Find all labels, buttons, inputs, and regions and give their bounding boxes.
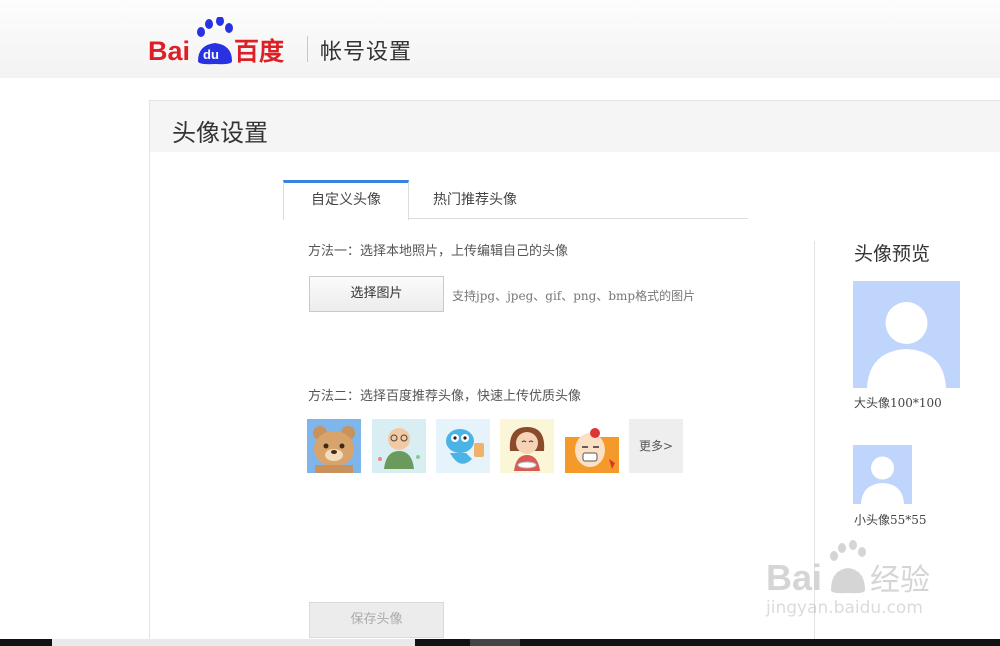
method-one-label: 方法一：选择本地照片，上传编辑自己的头像 — [308, 244, 569, 259]
svg-text:百度: 百度 — [234, 37, 284, 65]
format-hint: 支持jpg、jpeg、gif、png、bmp格式的图片 — [452, 289, 696, 303]
cartoon-face-avatar-icon — [565, 419, 619, 473]
big-avatar-preview — [853, 281, 960, 388]
top-header: du Bai 百度 帐号设置 — [0, 0, 1000, 78]
blue-creature-avatar-icon — [436, 419, 490, 473]
baidu-jingyan-watermark: Bai 经验 jingyan.baidu.com — [766, 540, 951, 620]
header-divider — [307, 36, 308, 62]
boy-avatar-thumb[interactable] — [372, 419, 426, 473]
tab-hot-avatars[interactable]: 热门推荐头像 — [425, 180, 525, 219]
girl-avatar-thumb[interactable] — [500, 419, 554, 473]
save-avatar-button[interactable]: 保存头像 — [309, 602, 444, 638]
site-title: 帐号设置 — [320, 40, 413, 65]
logo-du-text: du — [203, 47, 219, 62]
default-avatar-small-icon — [861, 456, 904, 504]
taskbar-segment-dark — [470, 639, 520, 646]
small-avatar-preview — [853, 445, 912, 504]
baidu-logo-mark: du Bai 百度 — [148, 16, 284, 66]
method-two-label: 方法二：选择百度推荐头像，快速上传优质头像 — [308, 389, 582, 404]
taskbar-segment — [52, 639, 415, 646]
svg-text:Bai: Bai — [766, 557, 822, 598]
baidu-logo[interactable]: du Bai 百度 — [148, 16, 294, 66]
blue-creature-avatar-thumb[interactable] — [436, 419, 490, 473]
default-avatar-icon — [867, 302, 946, 388]
bottom-taskbar-strip — [0, 639, 1000, 646]
preview-title: 头像预览 — [854, 243, 931, 265]
boy-avatar-icon — [372, 419, 426, 473]
more-avatars-button[interactable]: 更多> — [629, 419, 683, 473]
cartoon-face-avatar-thumb[interactable] — [565, 419, 619, 473]
select-image-button[interactable]: 选择图片 — [309, 276, 444, 312]
avatar-tabs: 自定义头像 热门推荐头像 — [283, 180, 748, 220]
panel-header: 头像设置 — [150, 101, 1000, 152]
svg-text:经验: 经验 — [870, 563, 930, 598]
watermark-domain: jingyan.baidu.com — [766, 598, 923, 618]
page-title: 头像设置 — [172, 119, 268, 147]
girl-avatar-icon — [500, 419, 554, 473]
tab-custom-avatar[interactable]: 自定义头像 — [283, 180, 409, 220]
svg-text:Bai: Bai — [148, 36, 190, 65]
bear-avatar-thumb[interactable] — [307, 419, 361, 473]
watermark-logo: Bai 经验 — [766, 540, 930, 598]
big-avatar-caption: 大头像100*100 — [854, 396, 942, 410]
small-avatar-caption: 小头像55*55 — [854, 513, 927, 527]
bear-avatar-icon — [307, 419, 361, 473]
